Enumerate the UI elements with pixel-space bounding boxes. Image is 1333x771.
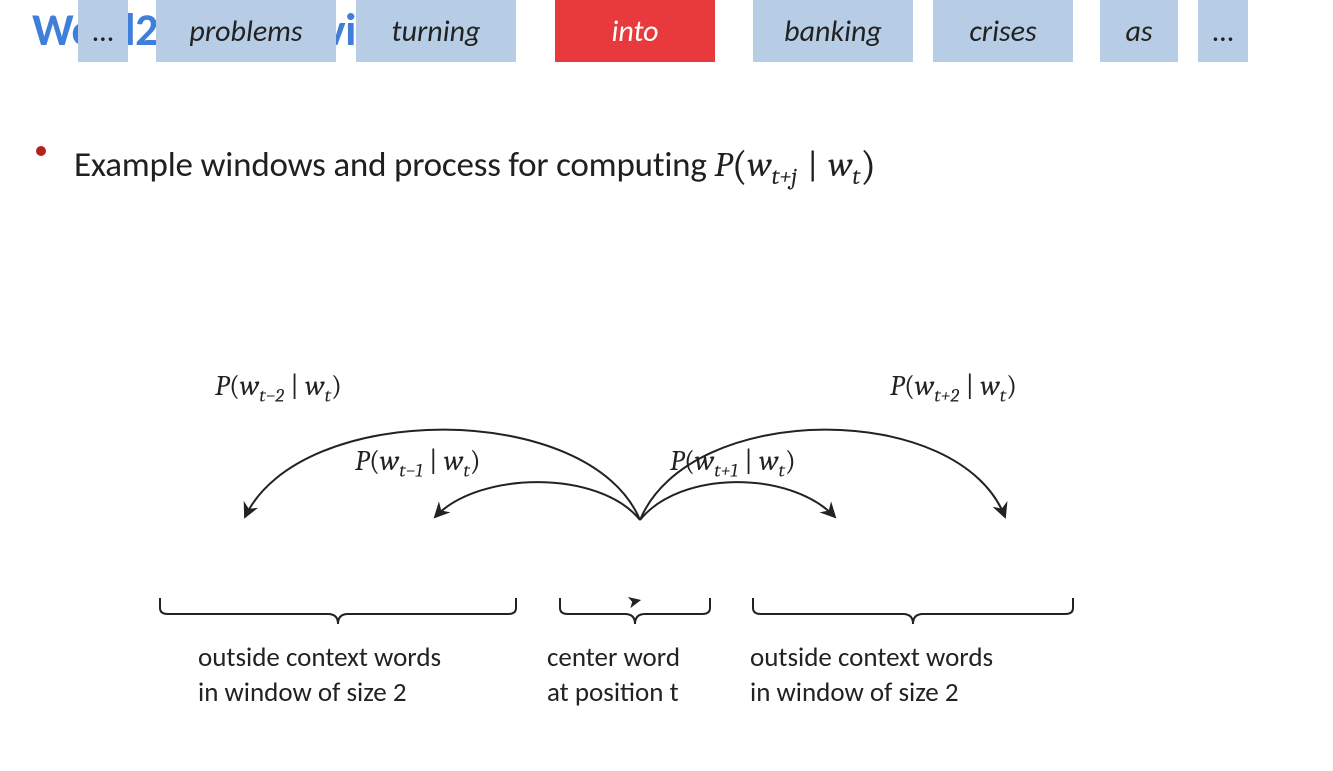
caption-left-line1: outside context words [198,640,441,675]
arc-p1-w: w [695,445,714,477]
arc-m2-P: P [215,370,229,402]
arc-label-p1: P(wt+1 | wt) [670,445,796,482]
caption-right-line1: outside context words [750,640,993,675]
caption-right: outside context words in window of size … [750,640,993,710]
arc-m1-idx: t−1 [399,460,423,482]
arc-m2-w2: w [305,370,324,402]
mouse-cursor-icon: ➤ [625,589,644,614]
caption-left-line2: in window of size 2 [198,675,441,710]
arc-m2-lpar: ( [229,370,240,402]
caption-left: outside context words in window of size … [198,640,441,710]
word-banking: banking [753,0,913,62]
arc-m2-w: w [240,370,259,402]
arc-p1-lpar: ( [684,445,695,477]
arc-label-p2: P(wt+2 | wt) [890,370,1017,407]
arc-m2-bar: | [284,370,305,402]
arc-m1-w2: w [444,445,463,477]
word-turning: turning [356,0,516,62]
arc-m2-rpar: ) [331,370,342,402]
arc-m1-rpar: ) [470,445,481,477]
word-into-center: into [555,0,715,62]
arc-p2-w2: w [980,370,999,402]
arc-p1-rpar: ) [785,445,796,477]
arc-p2-idx: t+2 [934,385,959,407]
caption-center: center word at position t [547,640,680,710]
arc-label-m2: P(wt−2 | wt) [215,370,342,407]
arc-p2-P: P [890,370,904,402]
word-crises: crises [933,0,1073,62]
arc-p1-bar: | [738,445,759,477]
word-dots-left: … [78,0,128,62]
arc-m2-idx: t−2 [259,385,284,407]
arc-p2-bar: | [959,370,980,402]
arc-p2-rpar: ) [1006,370,1017,402]
word-problems: problems [156,0,336,62]
caption-right-line2: in window of size 2 [750,675,993,710]
arc-p1-P: P [670,445,684,477]
arc-p2-w: w [915,370,934,402]
arc-m1-lpar: ( [369,445,380,477]
word-dots-right: … [1198,0,1248,62]
arc-m1-w: w [380,445,399,477]
diagram-area: P(wt−2 | wt) P(wt−1 | wt) P(wt+1 | wt) P… [0,0,1333,771]
arc-p1-w2: w [759,445,778,477]
caption-center-line1: center word [547,640,680,675]
arc-label-m1: P(wt−1 | wt) [355,445,481,482]
arc-m1-bar: | [423,445,444,477]
arc-p1-idx: t+1 [714,460,738,482]
arc-p2-lpar: ( [904,370,915,402]
word-as: as [1100,0,1178,62]
arc-m1-P: P [355,445,369,477]
caption-center-line2: at position t [547,675,680,710]
